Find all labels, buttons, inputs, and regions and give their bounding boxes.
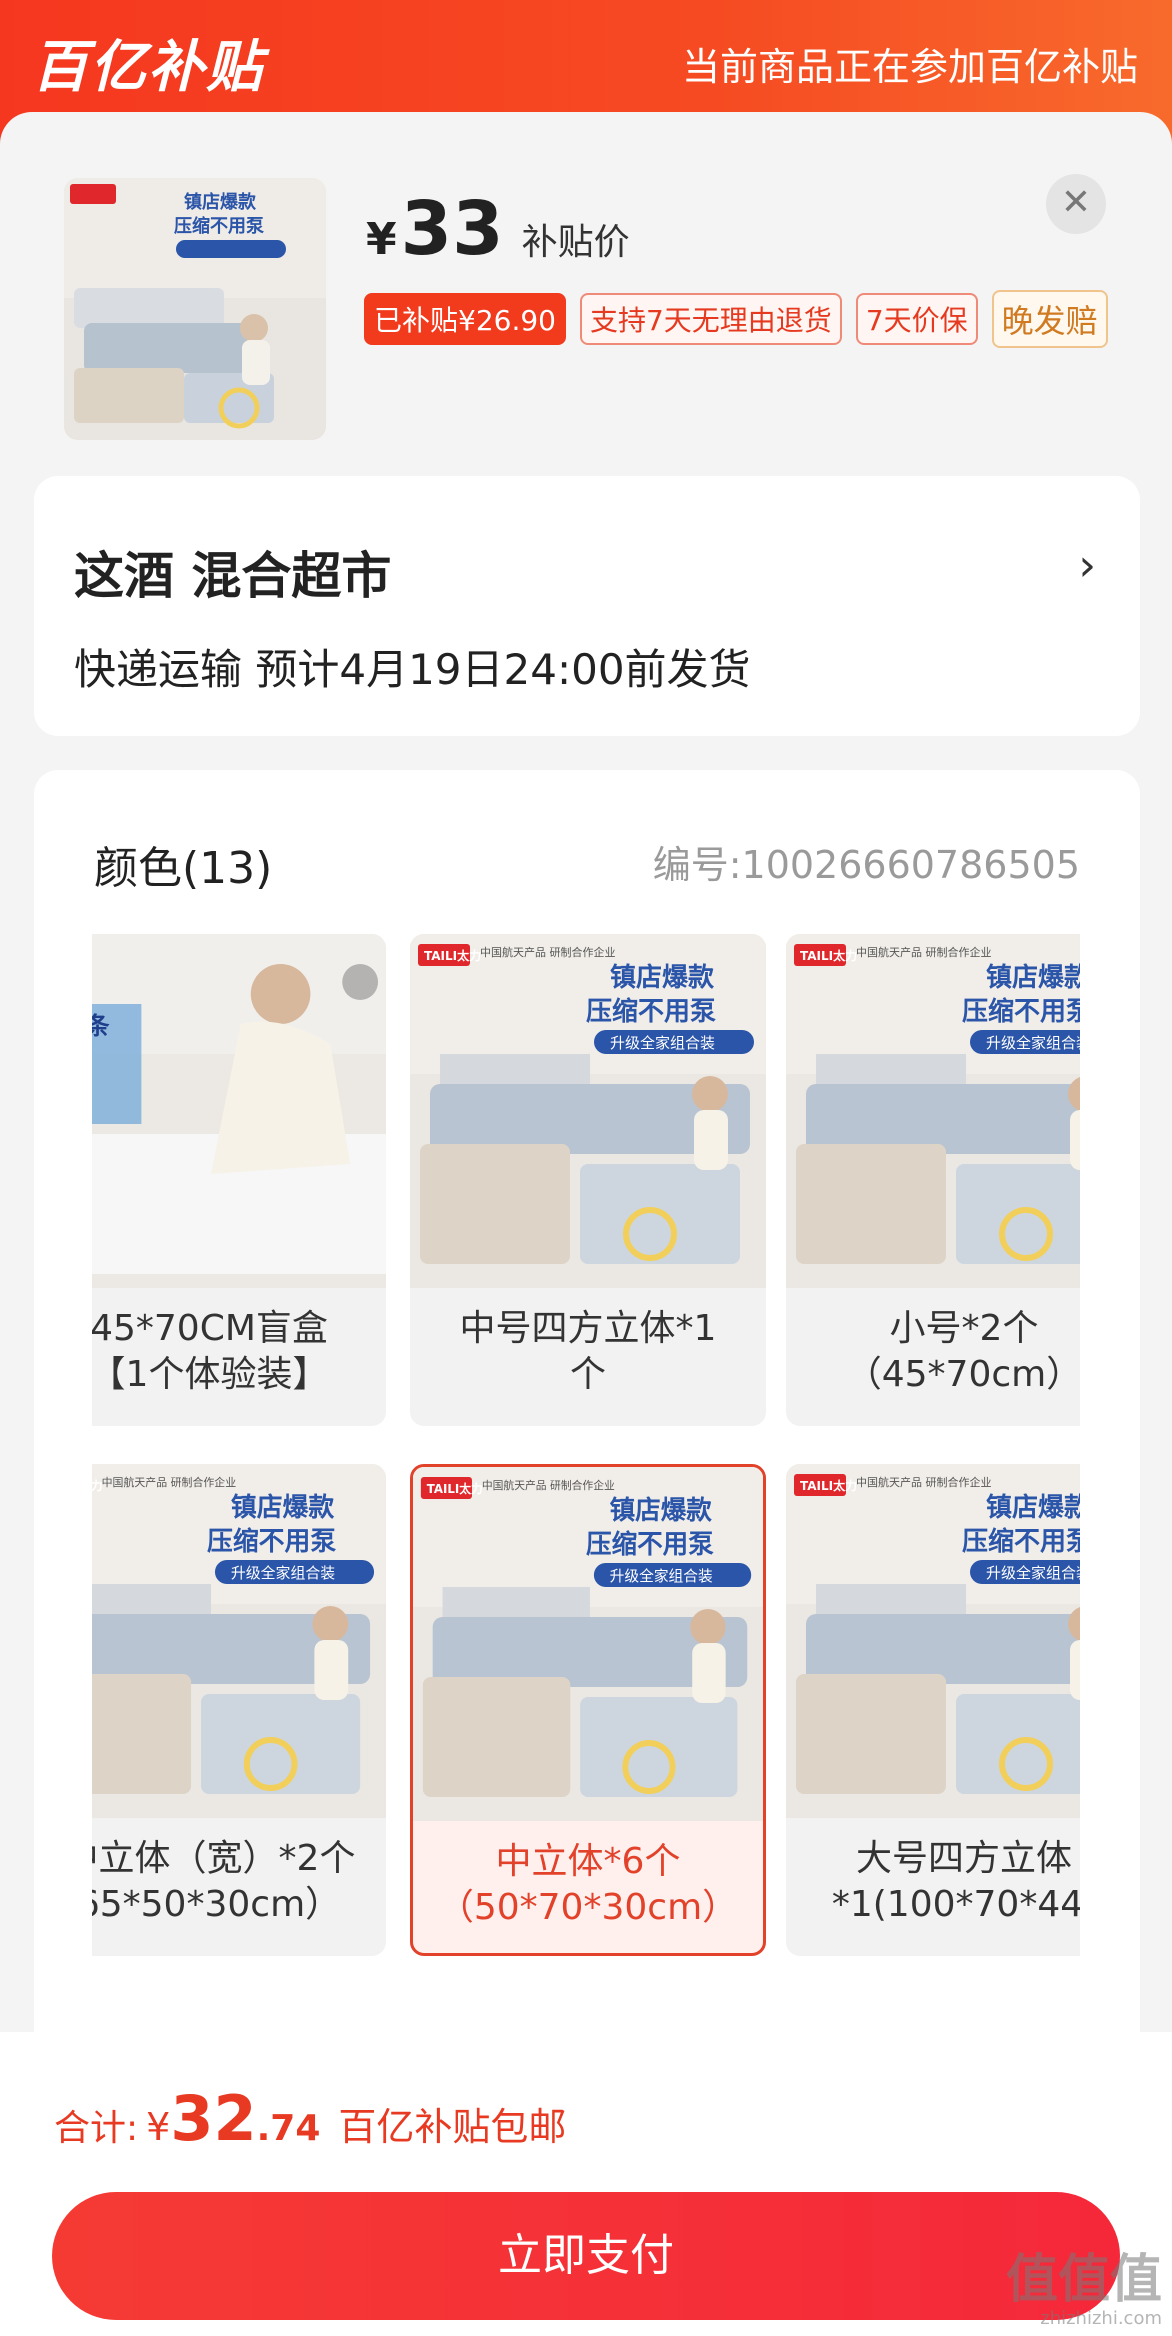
watermark-url: zhizhizhi.com bbox=[1040, 2308, 1162, 2329]
option-image: TAILI太力中国航天产品 研制合作企业镇店爆款压缩不用泵升级全家组合装 bbox=[410, 934, 766, 1288]
color-header: 颜色(13) bbox=[94, 843, 273, 894]
svg-text:镇店爆款: 镇店爆款 bbox=[184, 191, 257, 213]
subsidy-amount-badge: 已补贴¥26.90 bbox=[364, 293, 566, 345]
svg-text:TAILI太力: TAILI太力 bbox=[800, 1478, 857, 1493]
svg-text:中国航天产品 研制合作企业: 中国航天产品 研制合作企业 bbox=[856, 1475, 992, 1489]
svg-text:压缩不用泵: 压缩不用泵 bbox=[586, 996, 716, 1027]
site-watermark: 值值值 zhizhizhi.com bbox=[1006, 2254, 1162, 2328]
option-label: 中立体*6个 （50*70*30cm） bbox=[413, 1839, 763, 1931]
option-label-line2: （45*70cm） bbox=[845, 1354, 1080, 1395]
price-tag: 补贴价 bbox=[521, 222, 630, 263]
option-label-line1: 小号*2个 bbox=[889, 1308, 1039, 1349]
subsidy-notice: 当前商品正在参加百亿补贴 bbox=[681, 45, 1138, 89]
option-label-line1: 中立体*6个 bbox=[495, 1841, 681, 1882]
option-tile[interactable]: TAILI太力中国航天产品 研制合作企业镇店爆款压缩不用泵升级全家组合装中立体（… bbox=[92, 1464, 386, 1956]
chevron-right-icon: › bbox=[1078, 540, 1096, 591]
return-policy-badge: 支持7天无理由退货 bbox=[579, 293, 842, 345]
option-tile[interactable]: TAILI太力 中国航天产品 研制合作企业镇店爆款 压缩不用泵升级全家组合装小号*2… bbox=[786, 934, 1080, 1426]
product-thumbnail-image: 镇店爆款 压缩不用泵 bbox=[64, 178, 326, 440]
total-currency: ¥ bbox=[146, 2105, 171, 2149]
svg-text:压缩不用泵: 压缩不用泵 bbox=[962, 1526, 1080, 1557]
order-total: 合计: ¥ 32 .74 百亿补贴包邮 bbox=[54, 2082, 566, 2155]
option-label-line1: 中号四方立体*1 bbox=[459, 1308, 717, 1349]
svg-text:升级全家组合装: 升级全家组合装 bbox=[986, 1564, 1080, 1582]
product-thumbnail: 镇店爆款 压缩不用泵 bbox=[64, 178, 326, 440]
option-image: TAILI太力中国航天产品 研制合作企业镇店爆款压缩不用泵升级全家组合装 bbox=[786, 934, 1080, 1288]
store-name: 这酒 混合超市 bbox=[74, 547, 392, 605]
option-label-line1: 中立体（宽）*2个 bbox=[92, 1838, 356, 1879]
option-label-line2: 【1个体验装】 bbox=[92, 1354, 329, 1395]
option-label-line2: 个 bbox=[569, 1354, 606, 1395]
svg-text:TAILI太力: TAILI太力 bbox=[424, 948, 481, 963]
price-protect-badge: 7天价保 bbox=[855, 293, 978, 345]
svg-text:压缩不用泵: 压缩不用泵 bbox=[174, 215, 264, 237]
delivery-estimate: 快递运输 预计4月19日24:00前发货 bbox=[74, 645, 751, 694]
subsidy-price: ¥ 33 补贴价 bbox=[366, 192, 630, 266]
option-label-line2: 65*50*30cm） bbox=[92, 1884, 342, 1925]
svg-text:中国航天产品 研制合作企业: 中国航天产品 研制合作企业 bbox=[482, 1478, 615, 1492]
svg-text:升级全家组合装: 升级全家组合装 bbox=[231, 1564, 335, 1582]
option-label-line2: （50*70*30cm） bbox=[437, 1887, 739, 1928]
option-label: 中号四方立体*1 个 bbox=[410, 1306, 766, 1398]
option-image: TAILI太力中国航天产品 研制合作企业镇店爆款压缩不用泵升级全家组合装 bbox=[786, 1464, 1080, 1818]
option-grid: 密封条 防漏 45*70CM盲盒 【1个体验装】 TAILI太力 中国航天产品 研制合作企… bbox=[92, 934, 1080, 1984]
late-ship-compensation-badge: 晚发赔 bbox=[991, 290, 1108, 348]
svg-text:TAILI太力: TAILI太力 bbox=[800, 948, 857, 963]
shipping-card[interactable]: 这酒 混合超市 › 快递运输 预计4月19日24:00前发货 bbox=[34, 476, 1140, 736]
svg-text:镇店爆款: 镇店爆款 bbox=[986, 963, 1080, 993]
svg-text:压缩不用泵: 压缩不用泵 bbox=[962, 996, 1080, 1027]
svg-text:TAILI太力: TAILI太力 bbox=[427, 1482, 483, 1496]
option-label: 45*70CM盲盒 【1个体验装】 bbox=[92, 1306, 386, 1398]
svg-text:镇店爆款: 镇店爆款 bbox=[610, 963, 715, 993]
svg-text:压缩不用泵: 压缩不用泵 bbox=[586, 1530, 714, 1560]
purchase-sheet: 镇店爆款 压缩不用泵 ¥ 33 补贴价 ✕ 已补贴¥26.90 支持7天无理由退… bbox=[0, 112, 1172, 2070]
svg-text:镇店爆款: 镇店爆款 bbox=[231, 1493, 334, 1523]
close-icon: ✕ bbox=[1060, 182, 1092, 223]
brand-logo: 百亿补贴 bbox=[32, 35, 264, 100]
option-label-line1: 45*70CM盲盒 bbox=[92, 1308, 328, 1349]
total-integer: 32 bbox=[170, 2082, 257, 2155]
svg-text:中国航天产品 研制合作企业: 中国航天产品 研制合作企业 bbox=[856, 945, 992, 959]
option-label: 大号四方立体 *1(100*70*44- bbox=[786, 1836, 1080, 1928]
option-tile[interactable]: TAILI太力 中国航天产品 研制合作企业镇店爆款 压缩不用泵升级全家组合装中号四方… bbox=[410, 934, 766, 1426]
option-label-line2: *1(100*70*44- bbox=[831, 1884, 1080, 1925]
option-tile[interactable]: TAILI太力 中国航天产品 研制合作企业镇店爆款压缩不用泵升级全家组合装中立体*… bbox=[410, 1464, 766, 1956]
option-tile[interactable]: 密封条 防漏 45*70CM盲盒 【1个体验装】 bbox=[92, 934, 386, 1426]
option-label: 小号*2个 （45*70cm） bbox=[786, 1306, 1080, 1398]
option-image: TAILI太力中国航天产品 研制合作企业镇店爆款压缩不用泵升级全家组合装 bbox=[92, 1464, 386, 1818]
svg-text:中国航天产品 研制合作企业: 中国航天产品 研制合作企业 bbox=[102, 1475, 237, 1489]
option-image: TAILI太力中国航天产品 研制合作企业镇店爆款压缩不用泵升级全家组合装 bbox=[413, 1467, 763, 1821]
total-label: 合计: bbox=[54, 2108, 139, 2149]
price-value: 33 bbox=[400, 186, 504, 272]
close-button[interactable]: ✕ bbox=[1046, 174, 1106, 234]
svg-text:升级全家组合装: 升级全家组合装 bbox=[610, 1034, 715, 1052]
pay-now-button[interactable]: 立即支付 bbox=[52, 2192, 1120, 2320]
option-image: 密封条防漏 bbox=[92, 934, 386, 1288]
spec-selector: 颜色(13) 编号:10026660786505 密封条 防漏 45*70CM盲盒【… bbox=[34, 770, 1140, 2070]
watermark-text: 值值值 bbox=[1005, 2250, 1162, 2310]
svg-text:升级全家组合装: 升级全家组合装 bbox=[610, 1567, 713, 1585]
option-label: 中立体（宽）*2个 65*50*30cm） bbox=[92, 1836, 386, 1928]
svg-text:中国航天产品 研制合作企业: 中国航天产品 研制合作企业 bbox=[480, 945, 616, 959]
svg-text:压缩不用泵: 压缩不用泵 bbox=[207, 1526, 336, 1557]
svg-text:升级全家组合装: 升级全家组合装 bbox=[986, 1034, 1080, 1052]
checkout-bar: 合计: ¥ 32 .74 百亿补贴包邮 立即支付 值值值 zhizhizhi.c… bbox=[0, 2032, 1172, 2336]
total-decimal: .74 bbox=[256, 2108, 321, 2149]
option-label-line1: 大号四方立体 bbox=[855, 1838, 1072, 1879]
svg-text:镇店爆款: 镇店爆款 bbox=[986, 1493, 1080, 1523]
option-tile[interactable]: TAILI太力 中国航天产品 研制合作企业镇店爆款 压缩不用泵升级全家组合装大号四方… bbox=[786, 1464, 1080, 1956]
service-badges: 已补贴¥26.90 支持7天无理由退货 7天价保 晚发赔 bbox=[364, 290, 1108, 348]
price-currency: ¥ bbox=[366, 214, 397, 265]
svg-text:镇店爆款: 镇店爆款 bbox=[610, 1496, 712, 1526]
product-code: 编号:10026660786505 bbox=[652, 843, 1080, 887]
svg-text:密封条: 密封条 bbox=[92, 1012, 110, 1040]
free-shipping-note: 百亿补贴包邮 bbox=[338, 2105, 567, 2149]
